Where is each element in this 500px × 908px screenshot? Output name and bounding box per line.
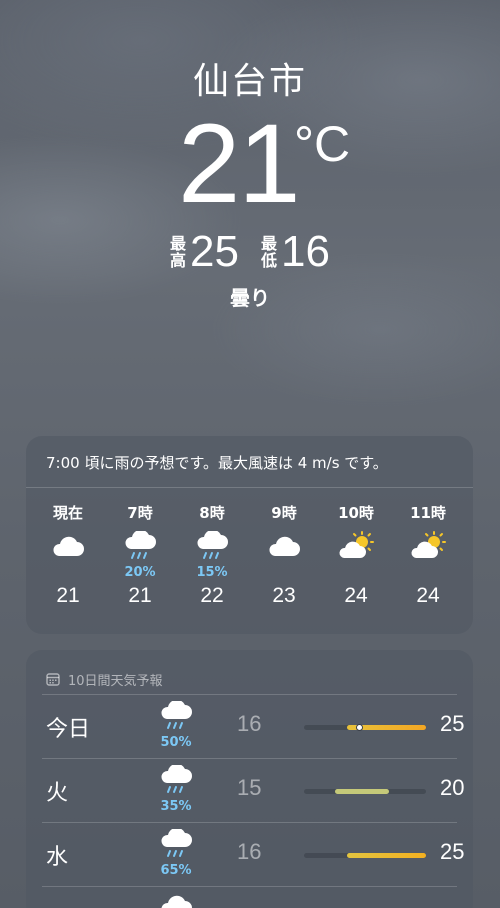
day-precip: 35% <box>160 799 192 814</box>
hour-item: 9時 23 <box>248 502 320 608</box>
daily-row[interactable]: 水 65% 16 25 <box>42 822 464 886</box>
day-low: 15 <box>237 775 262 800</box>
hour-temp: 23 <box>272 584 296 607</box>
hour-temp: 24 <box>344 584 368 607</box>
temperature-range-bar <box>304 853 426 858</box>
hour-precip <box>392 566 464 580</box>
hour-item: 現在 21 <box>32 502 104 608</box>
cloud-rain-icon <box>104 526 176 566</box>
day-name: 水 <box>46 845 69 870</box>
weather-condition: 曇り <box>230 286 270 310</box>
high-low-row: 最 高 25 最 低 16 <box>0 224 500 280</box>
low-temperature: 16 <box>281 227 330 276</box>
day-condition: 50% <box>152 699 200 750</box>
hourly-summary: 7:00 頃に雨の予想です。最大風速は 4 m/s です。 <box>26 436 473 488</box>
day-name: 火 <box>46 781 69 806</box>
calendar-icon <box>46 673 60 686</box>
temperature-range-fill <box>334 789 390 794</box>
hour-time: 11時 <box>410 504 446 522</box>
hour-item: 11時 24 <box>392 502 464 608</box>
hour-item: 7時 20% 21 <box>104 502 176 608</box>
low-label: 最 低 <box>261 235 277 269</box>
hour-precip: 20% <box>124 565 156 580</box>
low-label-char-2: 低 <box>261 251 278 270</box>
current-weather-header: 仙台市 21 °C 最 高 25 最 低 16 曇り <box>0 60 500 311</box>
cloud-rain-icon <box>161 763 192 793</box>
low-label-char-1: 最 <box>261 234 278 253</box>
high-label: 最 高 <box>170 235 186 269</box>
hourly-list[interactable]: 現在 21 7時 20% 21 8時 15% 22 9時 23 10時 24 1… <box>26 488 473 608</box>
day-precip: 50% <box>160 735 192 750</box>
hour-time: 現在 <box>52 504 83 522</box>
cloud-rain-icon <box>161 699 192 729</box>
hour-item: 8時 15% 22 <box>176 502 248 608</box>
cloud-rain-icon <box>176 526 248 566</box>
day-condition <box>152 893 200 908</box>
hour-time: 9時 <box>271 504 297 522</box>
current-temperature-dot <box>355 724 363 731</box>
hour-temp: 21 <box>56 584 80 607</box>
partly-sunny-icon <box>392 526 464 566</box>
hour-precip <box>32 566 104 580</box>
daily-row[interactable]: 今日 50% 16 25 <box>42 694 464 758</box>
temperature-unit: °C <box>294 116 351 172</box>
current-temperature-block: 21 °C <box>0 106 500 226</box>
high-label-char-1: 最 <box>170 234 187 253</box>
daily-forecast-card[interactable]: 10日間天気予報 今日 50% 16 25 火 35% 15 20 水 65% <box>26 650 473 908</box>
daily-forecast-title: 10日間天気予報 <box>68 673 163 689</box>
hour-precip <box>320 566 392 580</box>
day-high: 20 <box>440 775 465 800</box>
day-high: 25 <box>440 839 465 864</box>
cloud-icon <box>32 526 104 566</box>
partly-sunny-icon <box>320 526 392 566</box>
hour-precip: 15% <box>196 565 228 580</box>
hour-precip <box>248 566 320 580</box>
day-condition: 65% <box>152 827 200 878</box>
day-name: 今日 <box>46 717 91 742</box>
high-label-char-2: 高 <box>170 251 187 270</box>
hour-temp: 22 <box>200 584 224 607</box>
hour-time: 10時 <box>338 504 374 522</box>
cloud-icon <box>161 895 192 908</box>
hour-temp: 24 <box>416 584 440 607</box>
daily-forecast-header: 10日間天気予報 <box>26 650 473 694</box>
hour-temp: 21 <box>128 584 152 607</box>
hourly-forecast-card[interactable]: 7:00 頃に雨の予想です。最大風速は 4 m/s です。 現在 21 7時 2… <box>26 436 473 634</box>
high-temperature: 25 <box>190 227 239 276</box>
hour-time: 7時 <box>127 504 153 522</box>
cloud-icon <box>248 526 320 566</box>
day-low: 16 <box>237 839 262 864</box>
cloud-rain-icon <box>161 827 192 857</box>
temperature-range-bar <box>304 789 426 794</box>
daily-row-partial[interactable] <box>42 886 457 908</box>
day-low: 16 <box>237 711 262 736</box>
current-temperature: 21 <box>178 101 301 226</box>
city-name: 仙台市 <box>192 61 307 102</box>
temperature-range-bar <box>304 724 426 731</box>
day-condition: 35% <box>152 763 200 814</box>
hour-item: 10時 24 <box>320 502 392 608</box>
hour-time: 8時 <box>199 504 225 522</box>
temperature-range-fill <box>346 853 426 858</box>
day-precip: 65% <box>160 863 192 878</box>
day-high: 25 <box>440 711 465 736</box>
daily-row[interactable]: 火 35% 15 20 <box>42 758 464 822</box>
